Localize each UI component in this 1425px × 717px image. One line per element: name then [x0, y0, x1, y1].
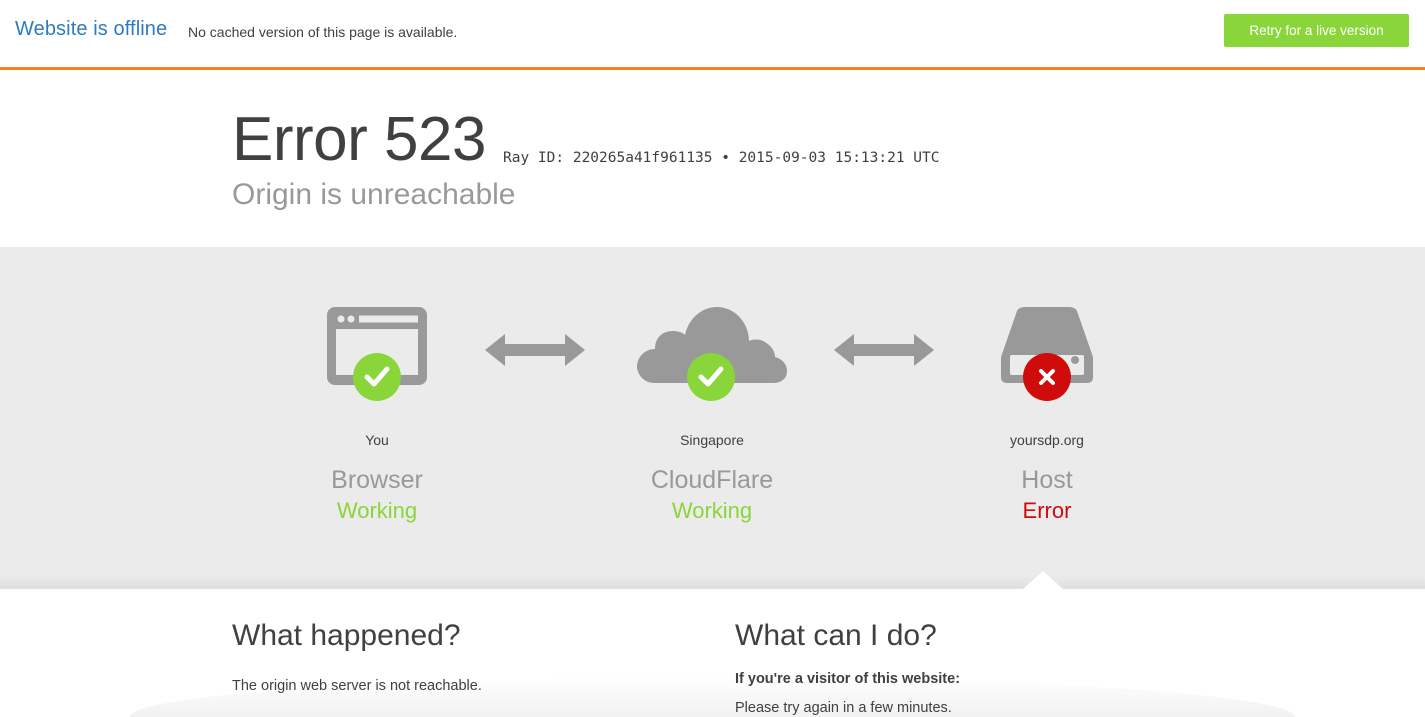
error-badge-icon — [1023, 353, 1071, 401]
check-badge-icon — [353, 353, 401, 401]
node-name: Browser — [331, 466, 423, 494]
check-badge-icon — [687, 353, 735, 401]
node-name: CloudFlare — [650, 466, 774, 494]
visitor-text: Please try again in a few minutes. — [735, 700, 952, 716]
node-location: yoursdp.org — [1010, 432, 1084, 448]
error-header: Error 523 Ray ID: 220265a41f961135 • 201… — [0, 73, 1425, 247]
what-happened-column: What happened? The origin web server is … — [232, 619, 482, 694]
node-name: Host — [1021, 466, 1073, 494]
banner-subtitle: No cached version of this page is availa… — [188, 24, 458, 40]
browser-window-icon — [322, 305, 432, 410]
what-can-i-do-column: What can I do? If you're a visitor of th… — [735, 619, 960, 716]
what-happened-heading: What happened? — [232, 619, 461, 652]
retry-live-version-button[interactable]: Retry for a live version — [1224, 14, 1409, 47]
error-pointer — [1023, 571, 1063, 589]
offline-banner: Website is offline No cached version of … — [0, 0, 1425, 70]
what-can-i-do-heading: What can I do? — [735, 619, 937, 652]
node-status: Working — [671, 498, 753, 523]
node-status: Error — [1022, 498, 1072, 523]
error-description: Origin is unreachable — [232, 178, 516, 211]
ray-id: Ray ID: 220265a41f961135 • 2015-09-03 15… — [503, 150, 940, 166]
visitor-label: If you're a visitor of this website: — [735, 671, 961, 687]
error-code: Error 523 — [232, 105, 486, 174]
bidirectional-arrow-icon — [485, 332, 585, 373]
node-location: Singapore — [680, 432, 744, 448]
cloud-icon — [635, 305, 789, 410]
status-diagram: You Browser Working Singapore CloudFlare… — [0, 247, 1425, 589]
banner-title: Website is offline — [15, 18, 168, 40]
what-happened-text: The origin web server is not reachable. — [232, 678, 482, 694]
info-section: What happened? The origin web server is … — [0, 589, 1425, 717]
node-location: You — [365, 432, 389, 448]
node-status: Working — [336, 498, 418, 523]
bidirectional-arrow-icon — [834, 332, 934, 373]
server-icon — [997, 305, 1097, 410]
